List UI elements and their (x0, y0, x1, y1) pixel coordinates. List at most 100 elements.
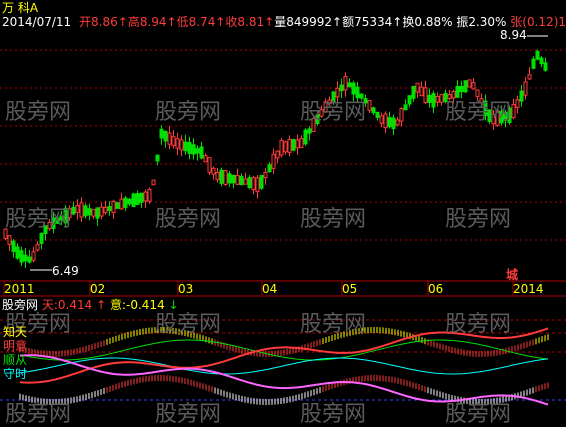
amplitude-label: 振 (456, 15, 469, 29)
close-label: 收 (225, 15, 238, 29)
watermark: 股旁网 (300, 312, 367, 337)
x-tick-label: 06 (428, 282, 444, 296)
candle-body (251, 177, 256, 191)
candle-body (519, 90, 524, 102)
turnover-value: 0.88% (414, 15, 453, 29)
candle-body (195, 148, 200, 154)
candle-body (151, 179, 156, 186)
candle-body (447, 94, 452, 99)
candle-body (371, 107, 376, 114)
candle-body (439, 94, 444, 103)
change-label: 张 (510, 15, 523, 29)
candle-body (199, 146, 204, 159)
candle-body (127, 198, 132, 205)
candle-body (455, 85, 460, 98)
candle-body (411, 85, 416, 99)
candle-body (39, 233, 44, 244)
candle-body (35, 243, 40, 251)
watermark: 股旁网 (155, 100, 222, 125)
candle-body (7, 235, 12, 245)
candle-body (159, 128, 164, 139)
candle-body (107, 206, 112, 212)
up-arrow-icon: ↑ (117, 15, 128, 29)
tian-label: 天: (41, 298, 58, 312)
candle-body (391, 117, 396, 130)
candle-body (231, 174, 236, 184)
candle-body (19, 250, 24, 263)
event-badge: 城 (506, 268, 519, 282)
candle-body (303, 129, 308, 145)
candle-body (167, 132, 172, 145)
up-arrow-icon: ↑ (264, 15, 275, 29)
candle-body (375, 111, 380, 118)
candle-body (471, 82, 476, 90)
candle-body (427, 94, 432, 103)
high-label: 高 (127, 15, 140, 29)
up-arrow-icon: ↑ (332, 15, 343, 29)
x-tick-label: 03 (178, 282, 194, 296)
candle-body (379, 115, 384, 124)
watermark: 股旁网 (445, 402, 512, 427)
legend-shoushi: 守时 (3, 367, 28, 381)
candle-body (27, 256, 32, 263)
candle-body (263, 171, 268, 179)
stock-name: 万 科A (2, 1, 39, 15)
candle-body (99, 206, 104, 217)
candle-body (431, 93, 436, 108)
candle-body (83, 205, 88, 217)
candle-body (71, 206, 76, 215)
candle-body (343, 76, 348, 91)
candle-body (399, 108, 404, 122)
volume-value: 849992 (286, 15, 333, 29)
candle-body (31, 251, 36, 261)
candle-body (135, 193, 140, 205)
candle-body (283, 141, 288, 153)
low-price-annotation: 6.49 (52, 264, 79, 278)
candle-body (515, 99, 520, 108)
watermark: 股旁网 (445, 100, 512, 125)
candle-body (87, 208, 92, 216)
candle-body (423, 87, 428, 103)
x-tick-label: 05 (342, 282, 358, 296)
watermark: 股旁网 (155, 312, 222, 337)
watermark: 股旁网 (300, 402, 367, 427)
legend-mingyi: 明意 (3, 339, 28, 353)
candle-body (207, 157, 212, 173)
candle-body (435, 96, 440, 103)
candle-body (387, 117, 392, 128)
high-value: 8.94 (139, 15, 167, 29)
candle-body (339, 84, 344, 92)
watermark: 股旁网 (5, 402, 72, 427)
candle-body (299, 138, 304, 148)
watermark: 股旁网 (445, 207, 512, 232)
candle-body (347, 82, 352, 88)
candle-body (75, 205, 80, 213)
open-label: 开 (79, 15, 92, 29)
candle-body (295, 139, 300, 149)
candle-body (143, 191, 148, 202)
candle-body (279, 139, 284, 156)
x-tick-label: 2011 (4, 282, 35, 296)
candle-body (351, 82, 356, 95)
candle-body (227, 173, 232, 184)
candle-body (163, 130, 168, 142)
candle-body (103, 206, 108, 214)
candle-body (147, 188, 152, 202)
indicator-header: 股旁网 天:0.414 ↑ 意:-0.414 ↓ (2, 298, 179, 312)
up-arrow-icon: ↑ (166, 15, 177, 29)
candle-body (187, 141, 192, 154)
candle-body (463, 80, 468, 93)
candle-body (531, 58, 536, 69)
candle-body (219, 169, 224, 184)
candle-body (175, 138, 180, 149)
candle-body (91, 208, 96, 217)
legend-shuncong: 顺从 (3, 353, 28, 367)
candle-body (23, 254, 28, 262)
candle-body (131, 193, 136, 208)
up-arrow-icon: ↑ (215, 15, 226, 29)
candle-body (419, 86, 424, 97)
candle-body (543, 62, 548, 71)
candle-body (111, 200, 116, 214)
candle-body (403, 104, 408, 111)
watermark: 股旁网 (300, 207, 367, 232)
